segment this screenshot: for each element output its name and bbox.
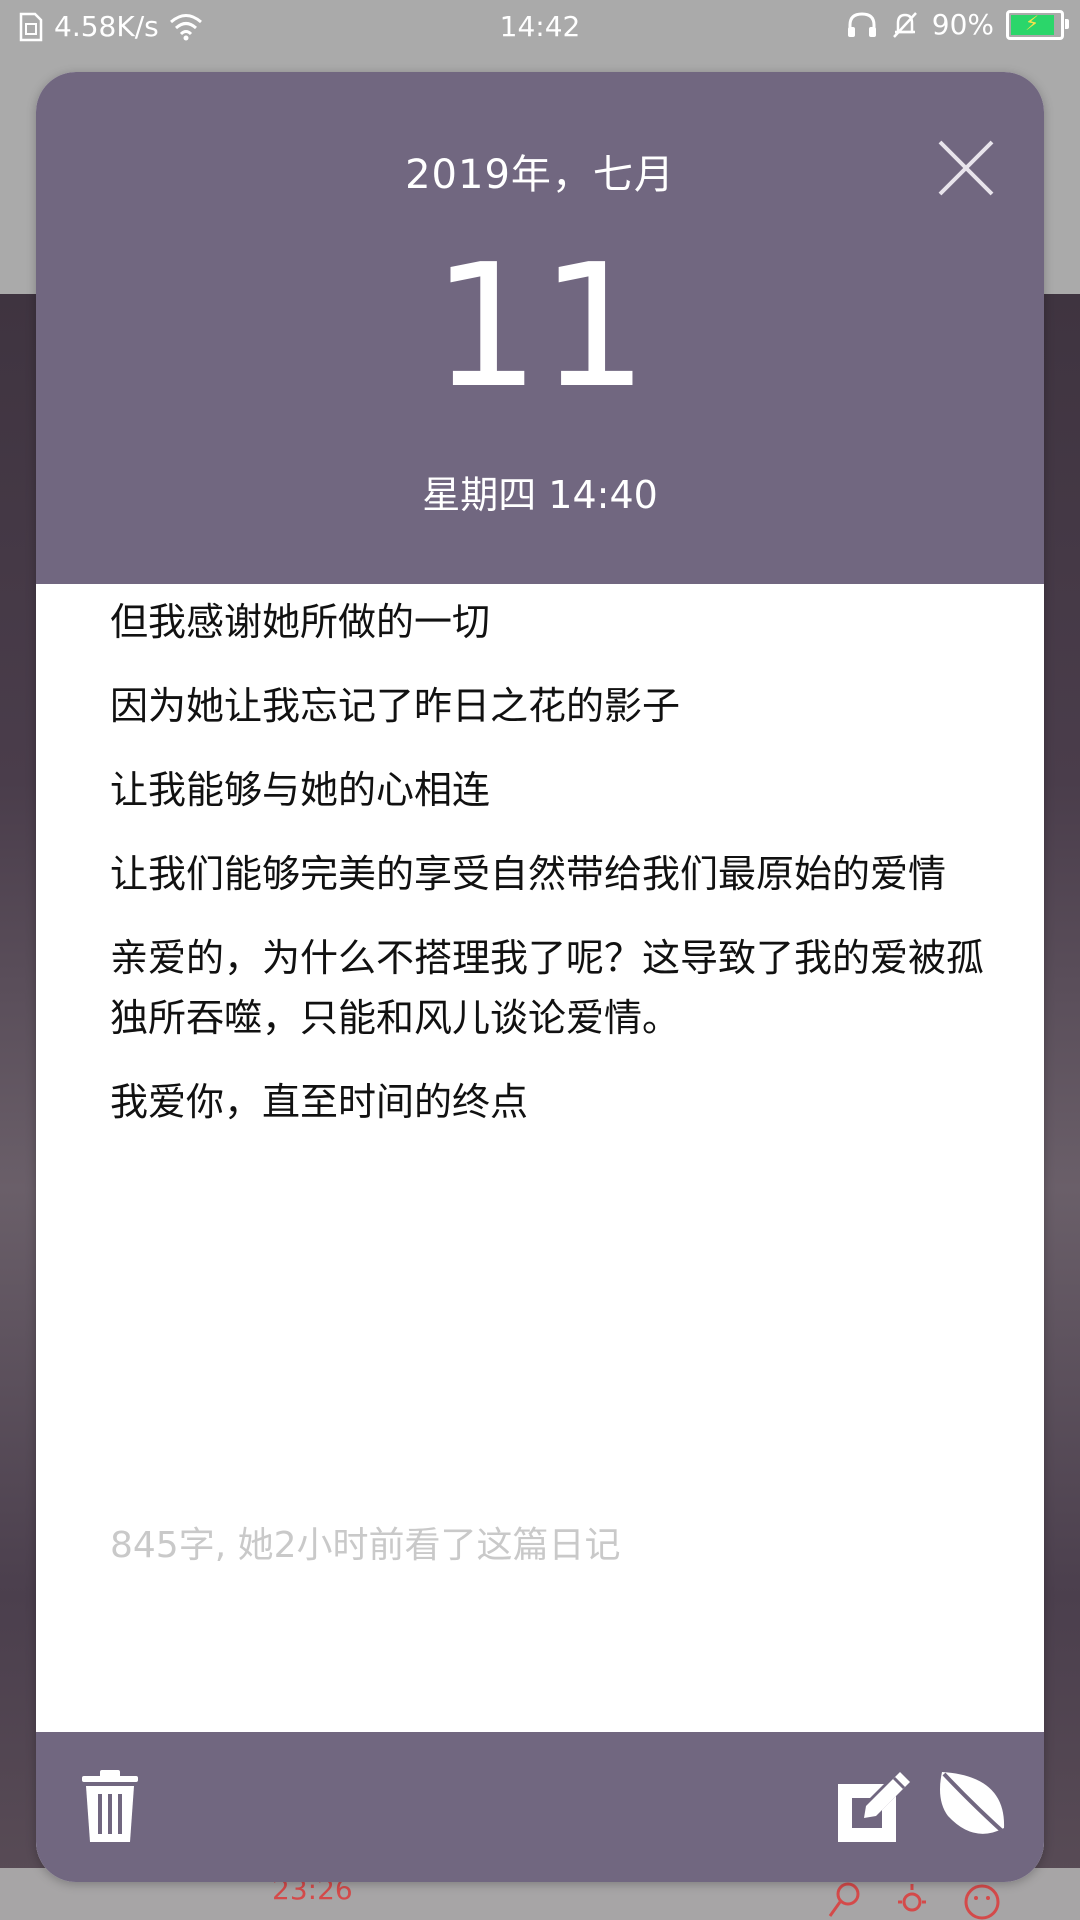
headphones-icon bbox=[847, 11, 876, 37]
diary-paragraph: 让我们能够完美的享受自然带给我们最原始的爱情 bbox=[110, 852, 947, 896]
diary-paragraph: 因为她让我忘记了昨日之花的影子 bbox=[110, 684, 681, 728]
diary-paragraph: 我爱你，直至时间的终点 bbox=[110, 1080, 529, 1124]
status-bar: 4.58K/s 14:42 90% ⚡ bbox=[0, 0, 1080, 54]
mute-bell-icon bbox=[892, 11, 917, 38]
battery-percent: 90% bbox=[931, 8, 994, 41]
battery-icon: ⚡ bbox=[1006, 9, 1069, 40]
diary-month: 2019年，七月 bbox=[405, 152, 675, 198]
background-smiley-icon bbox=[964, 1884, 1000, 1920]
diary-paragraph: 让我能够与她的心相连 bbox=[110, 768, 491, 812]
diary-content: 但我感谢她所做的一切 因为她让我忘记了昨日之花的影子 让我能够与她的心相连 让我… bbox=[110, 592, 990, 1156]
close-icon[interactable] bbox=[936, 138, 996, 198]
diary-weekday-time: 星期四 14:40 bbox=[422, 473, 658, 517]
diary-meta: 845字, 她2小时前看了这篇日记 bbox=[110, 1525, 621, 1566]
diary-day: 11 bbox=[431, 228, 649, 426]
edit-icon[interactable] bbox=[834, 1766, 914, 1846]
leaf-icon[interactable] bbox=[934, 1766, 1014, 1846]
diary-footer-toolbar bbox=[36, 1732, 1044, 1882]
diary-header: 2019年，七月 11 星期四 14:40 bbox=[36, 72, 1044, 584]
background-search-icon bbox=[828, 1882, 860, 1917]
diary-dialog: 2019年，七月 11 星期四 14:40 但我感谢她所做的一切 因为她让我忘记… bbox=[36, 72, 1044, 1882]
trash-icon[interactable] bbox=[70, 1766, 150, 1846]
diary-paragraph: 亲爱的，为什么不搭理我了呢？这导致了我的爱被孤独所吞噬，只能和风儿谈论爱情。 bbox=[110, 936, 985, 1040]
charging-bolt-icon: ⚡ bbox=[1025, 10, 1040, 35]
diary-paragraph: 但我感谢她所做的一切 bbox=[110, 600, 491, 644]
background-sun-icon bbox=[898, 1884, 926, 1912]
